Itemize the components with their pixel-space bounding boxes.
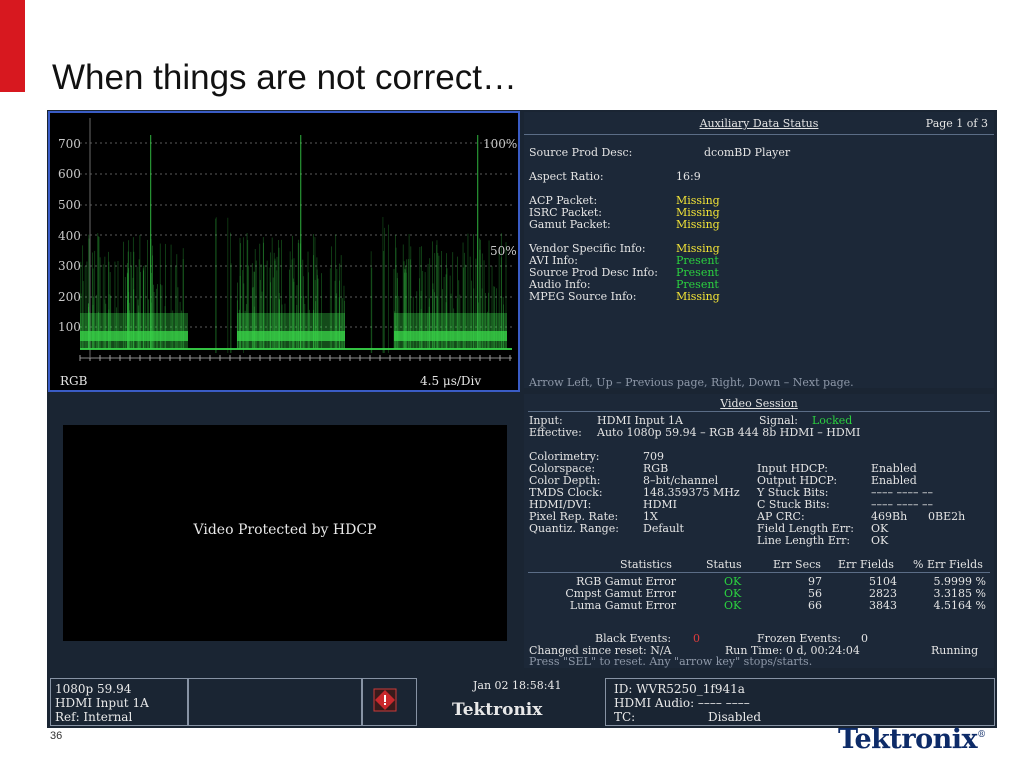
stat-err-secs: 66 <box>808 599 822 612</box>
status-box-empty <box>188 678 362 726</box>
instrument-status-bar: 1080p 59.94 HDMI Input 1A Ref: Internal … <box>47 676 997 728</box>
hdcp-message: Video Protected by HDCP <box>193 522 377 538</box>
page-number: 36 <box>50 730 63 742</box>
format-box: 1080p 59.94 HDMI Input 1A Ref: Internal <box>50 678 188 726</box>
registered-mark: ® <box>977 730 986 740</box>
column-header: Status <box>706 558 742 571</box>
aux-navigation-hint: Arrow Left, Up – Previous page, Right, D… <box>529 376 854 389</box>
waveform-trace <box>79 118 512 361</box>
column-header: Statistics <box>620 558 672 571</box>
tc-label: TC: <box>614 710 636 724</box>
scale-label: 100 <box>58 320 81 334</box>
field-value: 16:9 <box>676 170 701 183</box>
field-label: Gamut Packet: <box>529 218 611 231</box>
field-value: OK <box>871 534 889 547</box>
logo-text: Tektronix <box>838 724 978 755</box>
divider <box>528 572 990 573</box>
black-events-count: 0 <box>693 632 700 645</box>
aux-item-row: MPEG Source Info: Missing <box>529 290 720 303</box>
aux-page-indicator: Page 1 of 3 <box>925 117 988 130</box>
alarm-box[interactable] <box>362 678 417 726</box>
tc-value: Disabled <box>708 710 762 724</box>
input-name: HDMI Input 1A <box>55 696 149 710</box>
tektronix-logo: Tektronix® <box>838 724 986 755</box>
field-label: Effective: <box>529 426 582 439</box>
stat-name: Luma Gamut Error <box>569 599 676 612</box>
divider <box>524 134 994 135</box>
scale-label: 200 <box>58 290 81 304</box>
scale-label: 500 <box>58 198 81 212</box>
aux-item-row: Gamut Packet: Missing <box>529 218 720 231</box>
reference-source: Ref: Internal <box>55 710 133 724</box>
field-label: Quantiz. Range: <box>529 522 619 535</box>
aspect-ratio-row: Aspect Ratio: 16:9 <box>529 170 701 183</box>
picture-display: Video Protected by HDCP <box>63 425 507 641</box>
session-title: Video Session <box>720 397 798 410</box>
hdmi-audio: HDMI Audio: –––– –––– <box>614 696 750 710</box>
status-value: Missing <box>676 218 720 231</box>
percent-label-50: 50% <box>490 244 517 258</box>
stat-status: OK <box>724 599 742 612</box>
param-row: Quantiz. Range: Default Field Length Err… <box>529 522 888 535</box>
brand-accent-bar <box>0 0 25 92</box>
aux-title: Auxiliary Data Status <box>699 117 819 130</box>
trace-band <box>237 331 345 341</box>
field-label: MPEG Source Info: <box>529 290 637 303</box>
waveform-mode-label: RGB <box>60 374 88 388</box>
video-format: 1080p 59.94 <box>55 682 132 696</box>
waveform-monitor-screen: 700 600 500 400 300 200 100 100% 50% RGB… <box>47 110 997 728</box>
percent-label-100: 100% <box>483 137 518 151</box>
field-value: Auto 1080p 59.94 – RGB 444 8b HDMI – HDM… <box>597 426 861 439</box>
frozen-events-count: 0 <box>861 632 868 645</box>
effective-row: Effective: Auto 1080p 59.94 – RGB 444 8b… <box>529 426 860 439</box>
slide-title: When things are not correct… <box>52 58 517 97</box>
aux-data-panel[interactable]: Auxiliary Data Status Page 1 of 3 Source… <box>524 112 994 389</box>
scale-label: 600 <box>58 167 81 181</box>
scale-label: 300 <box>58 259 81 273</box>
date-time: Jan 02 18:58:41 <box>473 679 562 692</box>
scale-label: 400 <box>58 229 81 243</box>
field-value: 0BE2h <box>928 510 966 523</box>
column-header: Err Secs <box>773 558 821 571</box>
picture-panel[interactable]: Video Protected by HDCP <box>48 396 520 668</box>
column-header: % Err Fields <box>913 558 983 571</box>
field-label: Aspect Ratio: <box>529 170 604 183</box>
stat-pct: 4.5164 % <box>933 599 986 612</box>
scale-label: 700 <box>58 137 81 151</box>
status-value: Missing <box>676 290 720 303</box>
column-header: Err Fields <box>838 558 894 571</box>
reset-hint: Press "SEL" to reset. Any "arrow key" st… <box>529 655 813 668</box>
id-box: ID: WVR5250_1f941a HDMI Audio: –––– ––––… <box>605 678 995 726</box>
field-value: Default <box>643 522 684 535</box>
warning-diamond-icon <box>373 688 397 712</box>
timebase-label: 4.5 μs/Div <box>420 374 482 388</box>
stat-err-fields: 3843 <box>869 599 897 612</box>
waveform-panel[interactable]: 700 600 500 400 300 200 100 100% 50% RGB… <box>48 111 520 392</box>
video-session-panel[interactable]: Video Session Input: HDMI Input 1A Signa… <box>524 394 994 668</box>
field-label: Line Length Err: <box>757 534 851 547</box>
field-value: dcomBD Player <box>704 146 791 159</box>
divider <box>528 411 990 412</box>
source-prod-desc-row: Source Prod Desc: dcomBD Player <box>529 146 790 159</box>
instrument-brand: Tektronix <box>452 700 543 720</box>
running-status: Running <box>931 644 979 657</box>
instrument-id: ID: WVR5250_1f941a <box>614 682 745 696</box>
field-label: Source Prod Desc: <box>529 146 633 159</box>
